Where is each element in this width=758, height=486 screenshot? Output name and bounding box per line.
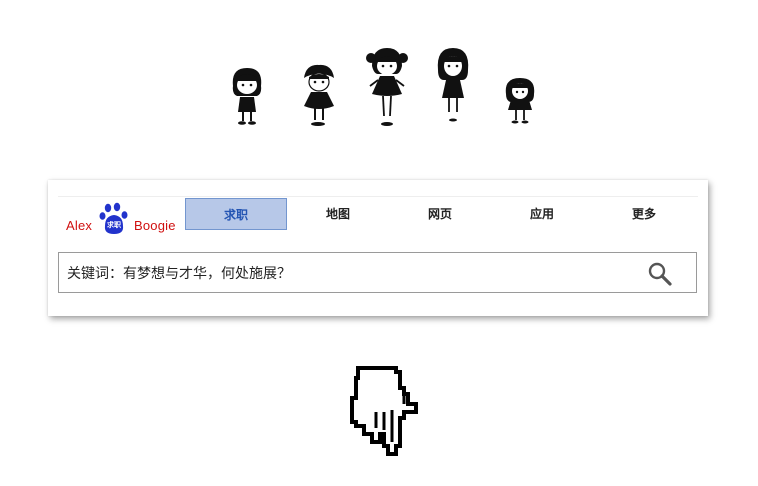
doodle-girl-5 (500, 74, 540, 126)
pointing-hand-icon (346, 364, 420, 458)
tab-jobs[interactable]: 求职 (185, 198, 287, 230)
paw-icon: 求职 (99, 202, 129, 236)
doodle-girl-3 (364, 46, 410, 128)
tab-web[interactable]: 网页 (389, 198, 491, 230)
logo-badge-text: 求职 (107, 221, 121, 229)
search-tabs: 求职 地图 网页 应用 更多 (185, 198, 695, 232)
logo[interactable]: Alex 求职 Boogie (66, 202, 184, 236)
tab-more[interactable]: 更多 (593, 198, 695, 230)
doodle-girl-1 (226, 64, 268, 128)
search-input[interactable] (67, 253, 627, 292)
tab-map[interactable]: 地图 (287, 198, 389, 230)
tab-apps[interactable]: 应用 (491, 198, 593, 230)
logo-right-text: Boogie (134, 218, 176, 233)
search-card: Alex 求职 Boogie 求职 地图 网页 应用 更多 (48, 180, 708, 316)
card-divider (58, 196, 698, 197)
doodle-girls-illustration (0, 0, 758, 140)
search-box (58, 252, 697, 293)
search-icon[interactable] (647, 261, 673, 287)
logo-left-text: Alex (66, 218, 93, 233)
doodle-girl-4 (432, 46, 474, 126)
doodle-girl-2 (298, 62, 340, 128)
